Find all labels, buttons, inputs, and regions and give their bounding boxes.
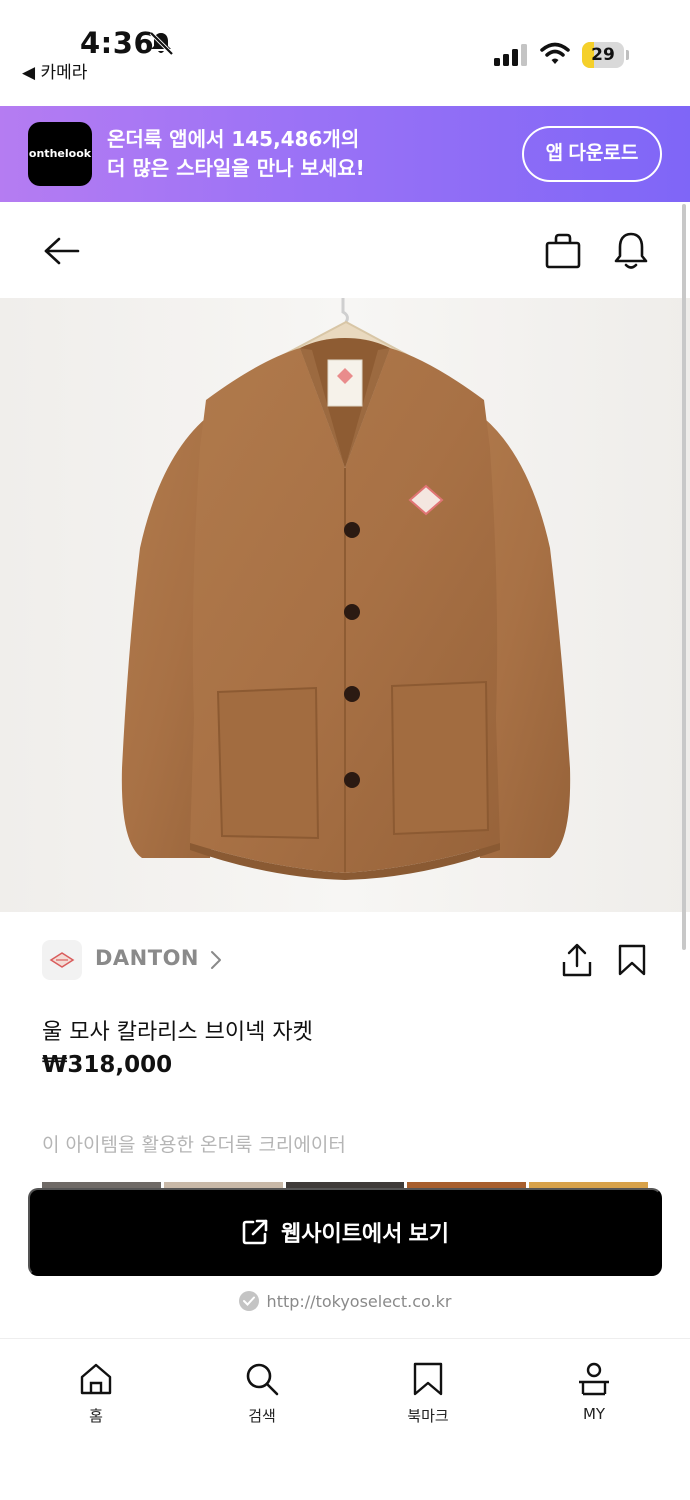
- product-title: 울 모사 칼라리스 브이넥 자켓: [42, 1020, 313, 1045]
- nav-label-my: MY: [582, 1405, 606, 1423]
- nav-item-home[interactable]: 홈: [36, 1361, 156, 1431]
- creator-section-heading: 이 아이템을 활용한 온더룩 크리에이터: [42, 1134, 346, 1156]
- visit-website-label: 웹사이트에서 보기: [280, 1221, 450, 1246]
- notification-button[interactable]: [606, 228, 656, 274]
- chevron-right-icon[interactable]: [206, 948, 226, 972]
- shopping-bag-icon: [545, 233, 581, 269]
- app-download-button[interactable]: 앱 다운로드: [522, 126, 662, 182]
- cellular-signal-icon: [494, 44, 527, 66]
- battery-level: 29: [591, 45, 615, 65]
- check-icon: [238, 1291, 259, 1311]
- danton-diamond-icon: [49, 952, 75, 968]
- search-icon: [246, 1363, 279, 1396]
- nav-item-my[interactable]: MY: [534, 1361, 654, 1431]
- nav-item-bookmark[interactable]: 북마크: [368, 1361, 488, 1431]
- home-icon: [80, 1363, 112, 1395]
- brand-name[interactable]: DANTON: [95, 946, 199, 970]
- wifi-icon: [540, 42, 570, 64]
- onthelook-logo: onthelook: [28, 122, 92, 186]
- bookmark-button[interactable]: [610, 938, 654, 982]
- battery-indicator: 29: [582, 42, 630, 68]
- cart-button[interactable]: [538, 228, 588, 274]
- external-link-icon: [242, 1219, 268, 1245]
- nav-label-search: 검색: [248, 1407, 276, 1425]
- bottom-navigation: 홈 검색 북마크 MY: [0, 1338, 690, 1500]
- bookmark-icon: [413, 1362, 443, 1396]
- bell-off-icon: [149, 31, 174, 56]
- bookmark-icon: [618, 944, 646, 976]
- promo-line-1: 온더룩 앱에서 145,486개의: [107, 127, 360, 151]
- jacket-illustration: [0, 298, 690, 912]
- promo-line-2: 더 많은 스타일을 만나 보세요!: [107, 156, 365, 180]
- nav-label-bookmark: 북마크: [407, 1407, 449, 1425]
- site-url-row: http://tokyoselect.co.kr: [0, 1288, 690, 1314]
- nav-label-home: 홈: [89, 1407, 103, 1425]
- scrollbar[interactable]: [682, 204, 686, 950]
- visit-website-button[interactable]: 웹사이트에서 보기: [28, 1188, 662, 1276]
- share-icon: [562, 943, 592, 977]
- user-icon: [579, 1362, 609, 1396]
- site-url[interactable]: http://tokyoselect.co.kr: [267, 1292, 452, 1311]
- promo-text: 온더룩 앱에서 145,486개의 더 많은 스타일을 만나 보세요!: [107, 125, 365, 183]
- page-header: [0, 202, 690, 298]
- status-time: 4:36: [80, 26, 155, 60]
- app-promo-banner: onthelook 온더룩 앱에서 145,486개의 더 많은 스타일을 만나…: [0, 106, 690, 202]
- product-price: ₩318,000: [42, 1052, 173, 1078]
- status-bar: 4:36 ◀ 카메라 29: [0, 0, 690, 106]
- product-image[interactable]: [0, 298, 690, 912]
- nav-item-search[interactable]: 검색: [202, 1361, 322, 1431]
- back-button[interactable]: [36, 228, 86, 274]
- bell-icon: [614, 232, 648, 269]
- brand-logo[interactable]: [42, 940, 82, 980]
- back-to-camera-link[interactable]: ◀ 카메라: [22, 58, 87, 83]
- share-button[interactable]: [554, 938, 600, 982]
- arrow-left-icon: [44, 237, 80, 265]
